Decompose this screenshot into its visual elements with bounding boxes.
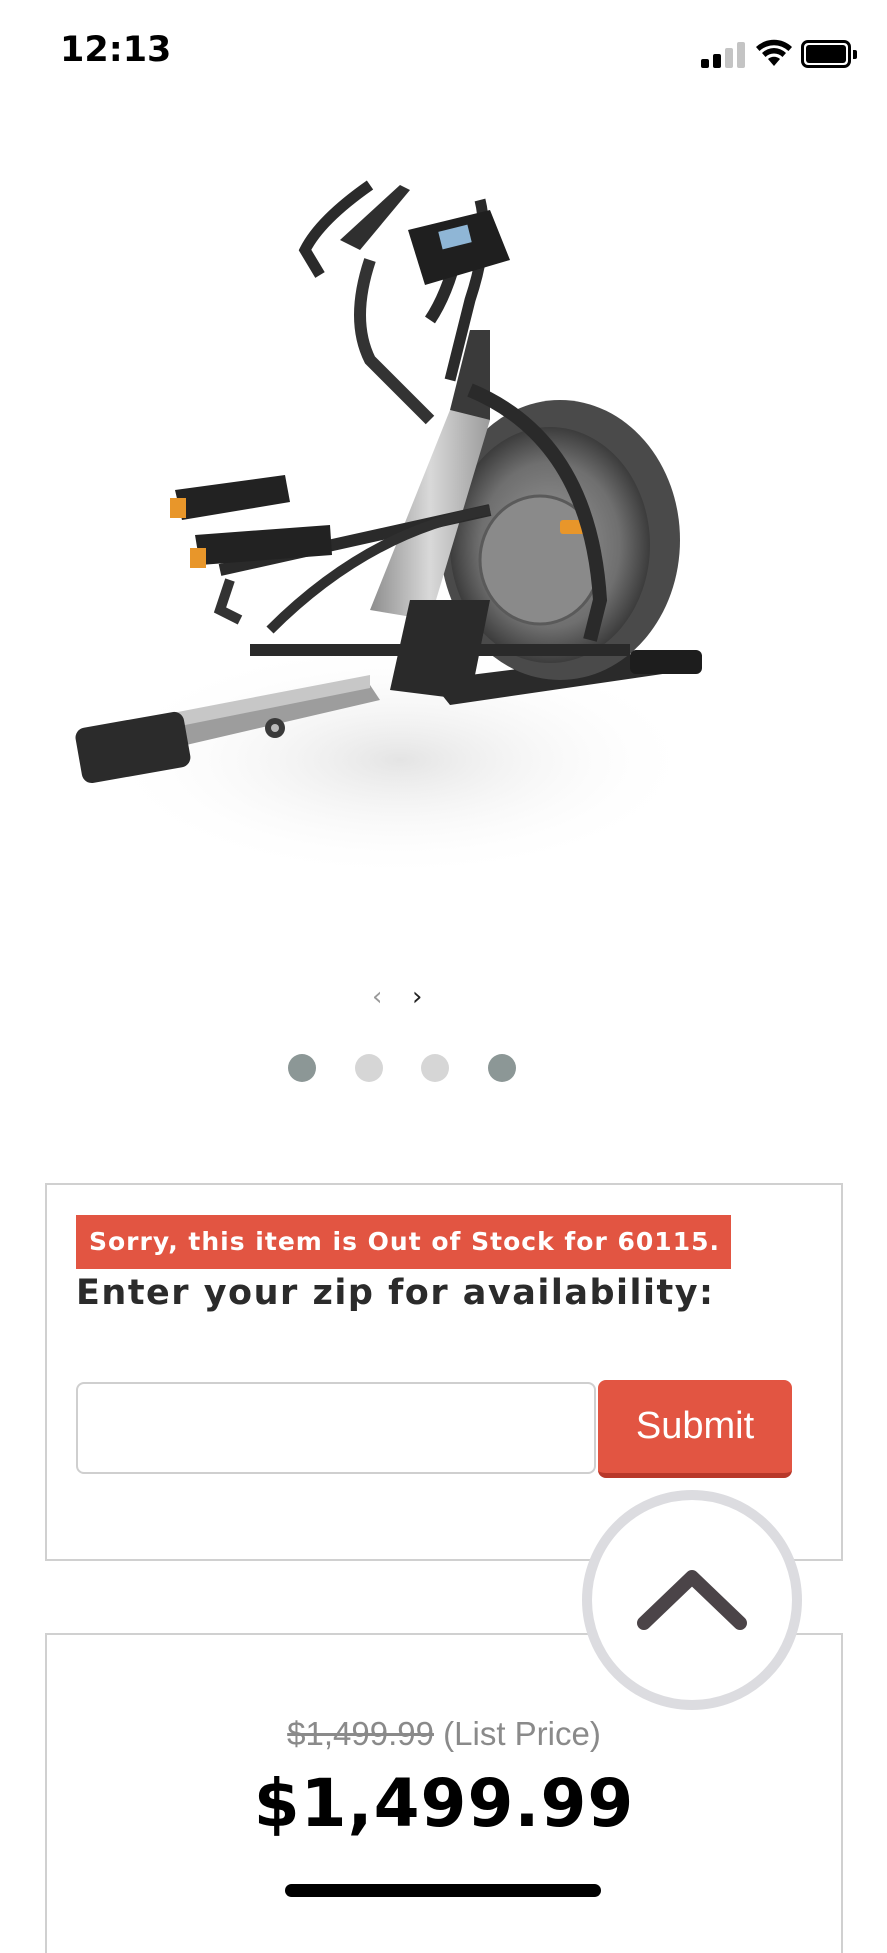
home-indicator [285, 1884, 601, 1897]
sale-price: $1,499.99 [253, 1765, 635, 1842]
carousel-dot-1[interactable] [288, 1054, 316, 1082]
scroll-to-top-button[interactable] [582, 1490, 802, 1710]
carousel-prev-arrow-icon[interactable]: ‹ [372, 982, 382, 1012]
submit-button[interactable]: Submit [598, 1380, 792, 1478]
carousel-arrows: ‹ › [372, 982, 432, 1018]
battery-icon [801, 40, 857, 68]
zip-input[interactable] [76, 1382, 596, 1474]
status-time: 12:13 [60, 30, 172, 70]
carousel-next-arrow-icon[interactable]: › [412, 982, 422, 1012]
status-bar: 12:13 [0, 0, 887, 108]
list-price-row: $1,499.99 (List Price) [47, 1715, 841, 1753]
carousel-dot-3[interactable] [421, 1054, 449, 1082]
list-price-label: (List Price) [443, 1715, 601, 1752]
carousel-dot-4[interactable] [488, 1054, 516, 1082]
out-of-stock-banner: Sorry, this item is Out of Stock for 601… [76, 1215, 731, 1269]
chevron-up-icon [637, 1570, 747, 1630]
carousel-dots [288, 1054, 528, 1084]
zip-prompt: Enter your zip for availability: [76, 1273, 715, 1313]
carousel-dot-2[interactable] [355, 1054, 383, 1082]
wifi-icon [756, 39, 792, 66]
list-price-strikethrough: $1,499.99 [287, 1715, 434, 1752]
elliptical-trainer-image [75, 180, 702, 880]
cellular-signal-icon [701, 40, 745, 68]
